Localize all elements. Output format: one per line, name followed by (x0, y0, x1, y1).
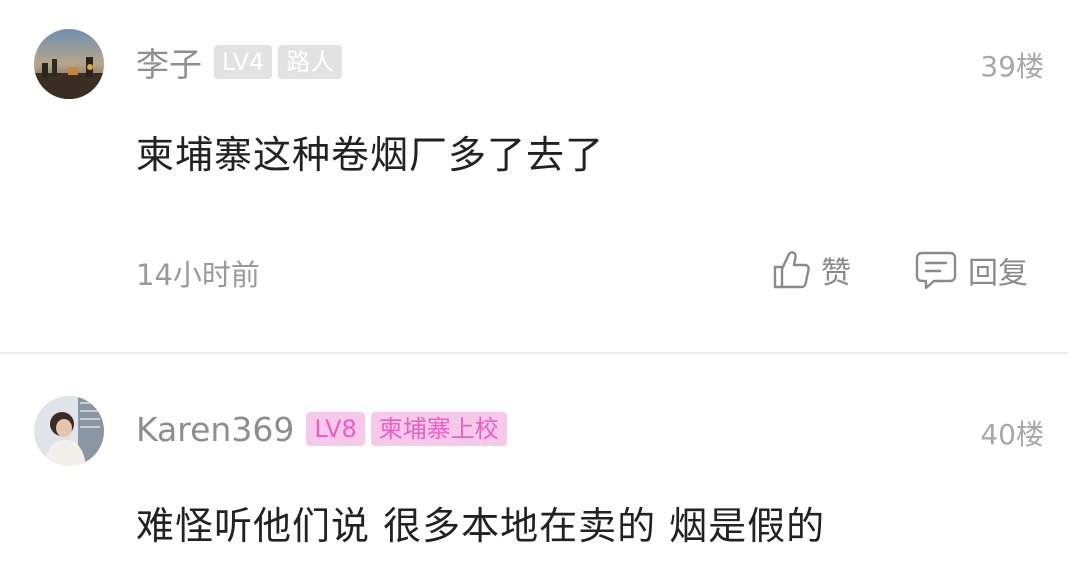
comment-list: 李子 LV4 路人 39楼 柬埔寨这种卷烟厂多了去了 14小时前 赞 回复 Ka… (0, 0, 1068, 578)
title-badge: 柬埔寨上校 (370, 412, 507, 446)
floor-number: 40楼 (980, 418, 1044, 451)
comment-item: Karen369 LV8 柬埔寨上校 40楼 难怪听他们说 很多本地在卖的 烟是… (0, 354, 1068, 578)
level-badge: LV4 (214, 45, 273, 79)
comment-text: 柬埔寨这种卷烟厂多了去了 (136, 133, 605, 177)
avatar[interactable] (34, 29, 104, 99)
avatar[interactable] (34, 396, 104, 466)
like-label: 赞 (821, 256, 851, 291)
title-badge: 路人 (278, 45, 343, 79)
comment-text: 难怪听他们说 很多本地在卖的 烟是假的 (136, 504, 826, 548)
floor-number: 39楼 (980, 50, 1044, 83)
thumbs-up-icon (773, 251, 810, 289)
timestamp: 14小时前 (136, 258, 260, 292)
avatar-image (34, 29, 104, 99)
user-info-row: Karen369 LV8 柬埔寨上校 (136, 407, 513, 451)
user-info-row: 李子 LV4 路人 (136, 40, 348, 84)
avatar-image (34, 396, 104, 466)
comment-icon (915, 251, 957, 290)
like-button[interactable]: 赞 (771, 247, 851, 293)
reply-label: 回复 (968, 256, 1028, 291)
level-badge: LV8 (306, 412, 365, 446)
username[interactable]: 李子 (136, 38, 202, 86)
reply-button[interactable]: 回复 (914, 247, 1028, 293)
comment-item: 李子 LV4 路人 39楼 柬埔寨这种卷烟厂多了去了 14小时前 赞 回复 (0, 0, 1068, 352)
username[interactable]: Karen369 (136, 410, 294, 449)
